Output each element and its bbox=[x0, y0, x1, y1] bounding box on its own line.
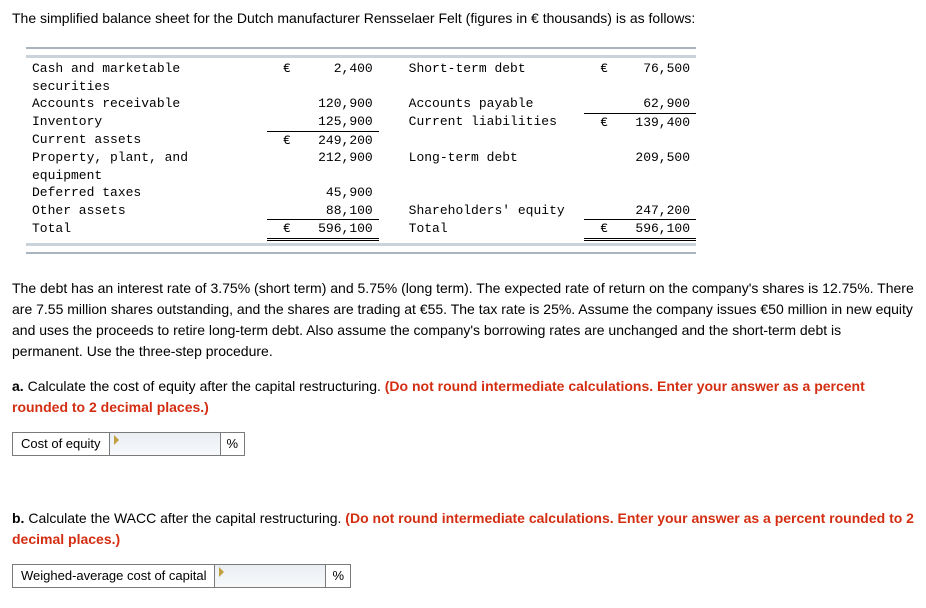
amount-cell: 212,900 bbox=[297, 149, 379, 184]
balance-row: Cash and marketable securities€2,400Shor… bbox=[26, 60, 696, 95]
amount-cell: 120,900 bbox=[297, 95, 379, 113]
asset-label: Accounts receivable bbox=[26, 95, 267, 113]
currency-symbol bbox=[267, 149, 297, 184]
amount-cell: 76,500 bbox=[614, 60, 696, 95]
balance-table: Cash and marketable securities€2,400Shor… bbox=[26, 60, 696, 241]
currency-symbol: € bbox=[584, 220, 614, 240]
asset-label: Total bbox=[26, 220, 267, 240]
amount-cell: 139,400 bbox=[614, 113, 696, 131]
currency-symbol bbox=[584, 95, 614, 113]
column-gap bbox=[379, 131, 403, 149]
question-a: a. Calculate the cost of equity after th… bbox=[12, 376, 914, 418]
balance-sheet: Cash and marketable securities€2,400Shor… bbox=[26, 47, 696, 254]
column-gap bbox=[379, 113, 403, 131]
liability-label bbox=[403, 184, 585, 202]
answer-b-unit: % bbox=[326, 565, 350, 587]
balance-row: Property, plant, and equipment 212,900 Lon… bbox=[26, 149, 696, 184]
intro-text: The simplified balance sheet for the Dut… bbox=[12, 8, 914, 29]
asset-label: Deferred taxes bbox=[26, 184, 267, 202]
asset-label: Property, plant, and equipment bbox=[26, 149, 267, 184]
balance-row: Accounts receivable 120,900 Accounts payab… bbox=[26, 95, 696, 113]
currency-symbol: € bbox=[267, 60, 297, 95]
balance-row: Inventory 125,900 Current liabilities€139,… bbox=[26, 113, 696, 131]
currency-symbol: € bbox=[267, 131, 297, 149]
column-gap bbox=[379, 202, 403, 220]
currency-symbol bbox=[584, 149, 614, 184]
currency-symbol: € bbox=[267, 220, 297, 240]
question-a-text: Calculate the cost of equity after the c… bbox=[24, 378, 385, 394]
amount-cell: 45,900 bbox=[297, 184, 379, 202]
column-gap bbox=[379, 220, 403, 240]
question-a-prefix: a. bbox=[12, 378, 24, 394]
sheet-bottom-rule bbox=[26, 243, 696, 254]
currency-symbol: € bbox=[584, 60, 614, 95]
currency-symbol bbox=[267, 184, 297, 202]
amount-cell: 2,400 bbox=[297, 60, 379, 95]
currency-symbol: € bbox=[584, 113, 614, 131]
liability-label: Short-term debt bbox=[403, 60, 585, 95]
wacc-input[interactable] bbox=[215, 565, 325, 587]
liability-label: Accounts payable bbox=[403, 95, 585, 113]
currency-symbol bbox=[267, 95, 297, 113]
asset-label: Inventory bbox=[26, 113, 267, 131]
amount-cell: 62,900 bbox=[614, 95, 696, 113]
amount-cell: 249,200 bbox=[297, 131, 379, 149]
asset-label: Current assets bbox=[26, 131, 267, 149]
question-b-prefix: b. bbox=[12, 510, 24, 526]
answer-b-input-wrap bbox=[215, 565, 326, 587]
question-b: b. Calculate the WACC after the capital … bbox=[12, 508, 914, 550]
amount-cell bbox=[614, 184, 696, 202]
amount-cell: 125,900 bbox=[297, 113, 379, 131]
amount-cell: 88,100 bbox=[297, 202, 379, 220]
currency-symbol bbox=[267, 113, 297, 131]
answer-a-input-wrap bbox=[110, 433, 221, 455]
answer-b-label: Weighed-average cost of capital bbox=[13, 565, 215, 587]
column-gap bbox=[379, 149, 403, 184]
amount-cell: 247,200 bbox=[614, 202, 696, 220]
currency-symbol bbox=[584, 131, 614, 149]
amount-cell bbox=[614, 131, 696, 149]
currency-symbol bbox=[584, 184, 614, 202]
answer-b-row: Weighed-average cost of capital % bbox=[12, 564, 351, 588]
assumptions-text: The debt has an interest rate of 3.75% (… bbox=[12, 278, 914, 362]
balance-row: Current assets€249,200 bbox=[26, 131, 696, 149]
balance-row: Other assets 88,100 Shareholders' equity 24… bbox=[26, 202, 696, 220]
asset-label: Cash and marketable securities bbox=[26, 60, 267, 95]
column-gap bbox=[379, 95, 403, 113]
currency-symbol bbox=[267, 202, 297, 220]
liability-label: Current liabilities bbox=[403, 113, 585, 131]
balance-row: Deferred taxes 45,900 bbox=[26, 184, 696, 202]
answer-a-row: Cost of equity % bbox=[12, 432, 245, 456]
sheet-top-rule bbox=[26, 47, 696, 58]
currency-symbol bbox=[584, 202, 614, 220]
amount-cell: 596,100 bbox=[297, 220, 379, 240]
balance-row: Total€596,100Total€596,100 bbox=[26, 220, 696, 240]
liability-label: Total bbox=[403, 220, 585, 240]
column-gap bbox=[379, 184, 403, 202]
liability-label: Long-term debt bbox=[403, 149, 585, 184]
question-b-text: Calculate the WACC after the capital res… bbox=[24, 510, 345, 526]
amount-cell: 596,100 bbox=[614, 220, 696, 240]
amount-cell: 209,500 bbox=[614, 149, 696, 184]
liability-label bbox=[403, 131, 585, 149]
answer-a-unit: % bbox=[221, 433, 245, 455]
column-gap bbox=[379, 60, 403, 95]
answer-a-label: Cost of equity bbox=[13, 433, 110, 455]
cost-of-equity-input[interactable] bbox=[110, 433, 220, 455]
asset-label: Other assets bbox=[26, 202, 267, 220]
liability-label: Shareholders' equity bbox=[403, 202, 585, 220]
